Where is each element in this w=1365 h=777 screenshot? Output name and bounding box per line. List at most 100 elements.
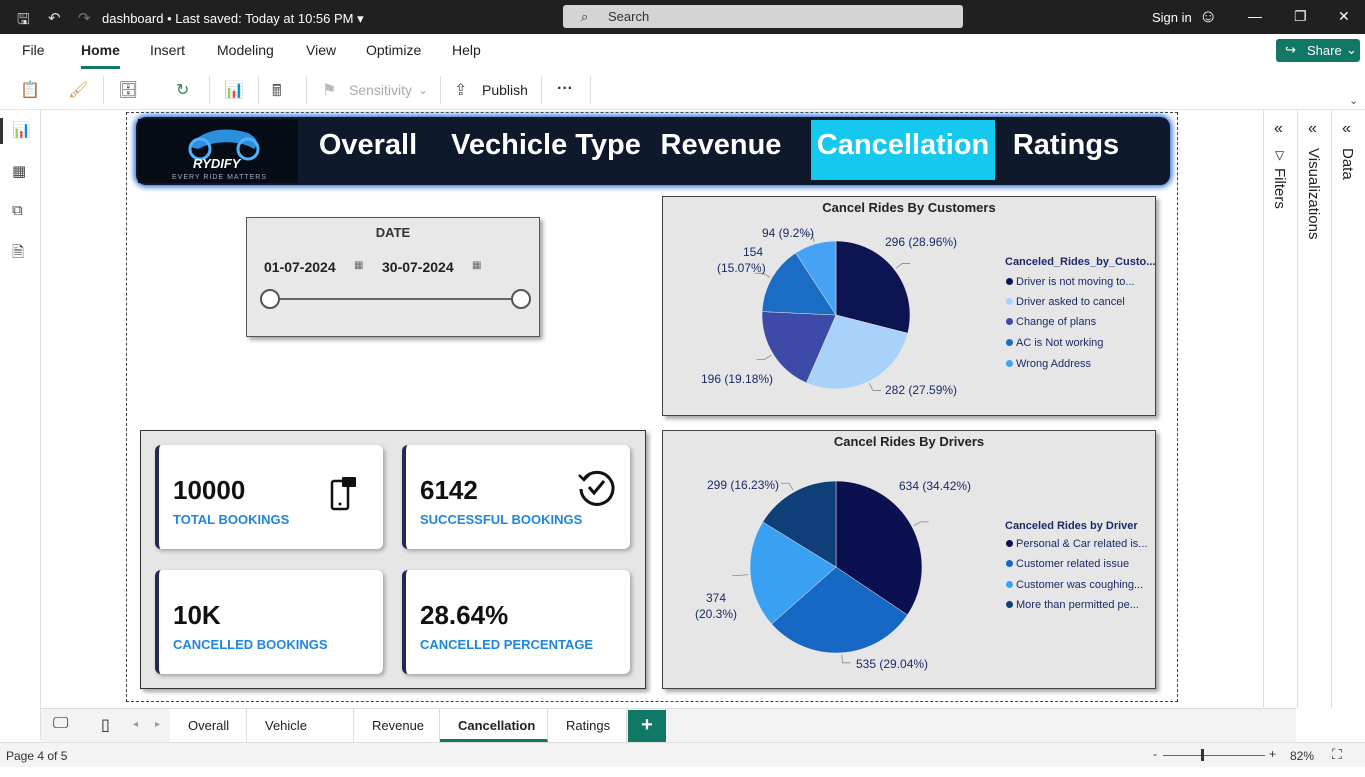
zoom-level: 82% bbox=[1290, 749, 1315, 763]
kpi-card-cancelled-bookings: 10K CANCELLED BOOKINGS bbox=[155, 570, 383, 674]
legend-item[interactable]: Wrong Address bbox=[1006, 358, 1091, 370]
collapse-icon[interactable]: « bbox=[1342, 120, 1351, 138]
page-tab-ratings[interactable]: Ratings bbox=[548, 709, 627, 742]
menu-optimize[interactable]: Optimize bbox=[366, 42, 421, 58]
get-data-icon[interactable]: 🗄 bbox=[118, 80, 138, 100]
legend-title: Canceled Rides by Driver bbox=[1005, 520, 1138, 532]
share-button[interactable]: ↪ Share ⌄ bbox=[1276, 39, 1360, 62]
legend-swatch bbox=[1006, 318, 1013, 325]
slider-track bbox=[271, 298, 521, 300]
active-indicator bbox=[0, 118, 3, 144]
format-painter-icon[interactable]: 🖌 bbox=[68, 80, 88, 100]
scroll-left-icon[interactable]: ◂ bbox=[133, 719, 138, 730]
page-tab-overall[interactable]: Overall bbox=[170, 709, 247, 742]
page-tab-vehicle-type[interactable]: Vehicle Type bbox=[247, 709, 354, 767]
search-icon: ⌕ bbox=[581, 9, 589, 24]
legend-item[interactable]: More than permitted pe... bbox=[1006, 599, 1139, 611]
table-view-icon[interactable]: ▦ bbox=[12, 162, 26, 180]
nav-overall[interactable]: Overall bbox=[306, 120, 430, 180]
start-date-input[interactable]: 01-07-2024 ▦ bbox=[257, 254, 367, 280]
collapse-ribbon-icon[interactable]: ⌄ bbox=[1349, 94, 1358, 107]
share-label: Share bbox=[1307, 43, 1342, 58]
close-icon[interactable]: ✕ bbox=[1338, 8, 1350, 25]
more-options-button[interactable]: ··· bbox=[557, 80, 573, 98]
menu-home[interactable]: Home bbox=[81, 42, 120, 69]
file-title[interactable]: dashboard • Last saved: Today at 10:56 P… bbox=[102, 11, 364, 27]
phone-booking-icon bbox=[330, 477, 356, 511]
zoom-in-icon[interactable]: + bbox=[1269, 747, 1276, 761]
logo-text: RYDIFY bbox=[193, 156, 241, 171]
legend-item[interactable]: Driver is not moving to... bbox=[1006, 276, 1135, 288]
legend-item[interactable]: AC is Not working bbox=[1006, 337, 1103, 349]
customer-cancel-chart[interactable]: Cancel Rides By Customers Canceled_Rides… bbox=[662, 196, 1156, 416]
dax-query-icon[interactable]: 🗎 bbox=[12, 242, 24, 267]
menu-help[interactable]: Help bbox=[452, 42, 481, 58]
account-icon[interactable]: ☺ bbox=[1199, 6, 1217, 27]
add-page-button[interactable]: + bbox=[628, 710, 666, 742]
legend-swatch bbox=[1006, 278, 1013, 285]
menu-modeling[interactable]: Modeling bbox=[217, 42, 274, 58]
report-view-icon[interactable]: 📊 bbox=[12, 121, 31, 139]
legend-item[interactable]: Personal & Car related is... bbox=[1006, 538, 1147, 550]
model-view-icon[interactable]: ⧉ bbox=[12, 202, 23, 219]
new-visual-icon[interactable]: 📊 bbox=[224, 80, 244, 100]
scroll-right-icon[interactable]: ▸ bbox=[155, 719, 160, 730]
paste-icon[interactable]: 📋 bbox=[20, 80, 40, 100]
visualizations-pane[interactable]: « Visualizations bbox=[1297, 110, 1331, 708]
menu-insert[interactable]: Insert bbox=[150, 42, 185, 58]
calculator-icon[interactable]: 🖩 bbox=[272, 80, 282, 107]
zoom-slider-track bbox=[1163, 755, 1265, 756]
filters-pane[interactable]: « ▽ Filters bbox=[1263, 110, 1297, 708]
nav-ratings[interactable]: Ratings bbox=[1000, 120, 1132, 180]
kpi-card-cancelled-percentage: 28.64% CANCELLED PERCENTAGE bbox=[402, 570, 630, 674]
menu-view[interactable]: View bbox=[306, 42, 336, 58]
menu-file[interactable]: File bbox=[22, 42, 45, 58]
mobile-view-icon[interactable]: ▯ bbox=[101, 715, 110, 735]
legend-item[interactable]: Change of plans bbox=[1006, 316, 1096, 328]
kpi-value: 6142 bbox=[420, 475, 478, 505]
refresh-icon[interactable]: ↻ bbox=[176, 80, 189, 100]
view-switcher: 📊 ▦ ⧉ 🗎 bbox=[0, 110, 41, 740]
end-date-value: 30-07-2024 bbox=[382, 259, 454, 275]
save-icon[interactable]: 🖫 bbox=[17, 9, 30, 34]
collapse-icon[interactable]: « bbox=[1274, 120, 1283, 138]
sensitivity-button[interactable]: Sensitivity bbox=[349, 82, 412, 98]
zoom-out-icon[interactable]: - bbox=[1153, 747, 1157, 761]
calendar-icon[interactable]: ▦ bbox=[472, 260, 481, 271]
page-tab-revenue[interactable]: Revenue bbox=[354, 709, 440, 742]
nav-vehicle-type[interactable]: Vechicle Type bbox=[446, 120, 646, 180]
slider-start-handle[interactable] bbox=[260, 289, 280, 309]
chevron-down-icon[interactable]: ▾ bbox=[357, 11, 364, 26]
sign-in-link[interactable]: Sign in bbox=[1152, 10, 1192, 25]
nav-revenue[interactable]: Revenue bbox=[652, 120, 790, 180]
legend-swatch bbox=[1006, 360, 1013, 367]
search-box[interactable]: ⌕ Search bbox=[563, 5, 963, 28]
desktop-view-icon[interactable]: 🖵 bbox=[53, 715, 68, 733]
leader-line bbox=[732, 574, 749, 576]
legend-item[interactable]: Customer related issue bbox=[1006, 558, 1129, 570]
zoom-slider-handle[interactable] bbox=[1201, 749, 1204, 761]
sensitivity-icon: ⚑ bbox=[322, 82, 337, 99]
restore-icon[interactable]: ❐ bbox=[1294, 8, 1307, 25]
nav-cancellation[interactable]: Cancellation bbox=[811, 120, 995, 180]
data-pane[interactable]: « Data bbox=[1331, 110, 1365, 708]
legend-item[interactable]: Driver asked to cancel bbox=[1006, 296, 1125, 308]
minimize-icon[interactable]: — bbox=[1248, 8, 1262, 24]
collapse-icon[interactable]: « bbox=[1308, 120, 1317, 138]
page-tab-cancellation[interactable]: Cancellation bbox=[440, 709, 548, 742]
kpi-value: 28.64% bbox=[420, 600, 509, 630]
publish-button[interactable]: Publish bbox=[482, 82, 528, 98]
publish-icon[interactable]: ⇪ bbox=[454, 80, 467, 100]
calendar-icon[interactable]: ▦ bbox=[354, 260, 363, 271]
end-date-input[interactable]: 30-07-2024 ▦ bbox=[375, 254, 487, 280]
undo-icon[interactable]: ↶ bbox=[48, 9, 61, 27]
slider-end-handle[interactable] bbox=[511, 289, 531, 309]
legend-label: Customer related issue bbox=[1016, 558, 1130, 570]
fit-to-page-icon[interactable]: ⛶ bbox=[1332, 746, 1342, 763]
driver-cancel-chart[interactable]: Cancel Rides By Drivers Canceled Rides b… bbox=[662, 430, 1156, 689]
redo-icon[interactable]: ↷ bbox=[78, 9, 91, 27]
divider bbox=[103, 76, 104, 104]
legend-item[interactable]: Customer was coughing... bbox=[1006, 579, 1143, 591]
divider bbox=[306, 76, 307, 104]
legend-label: Driver is not moving to... bbox=[1016, 276, 1135, 288]
